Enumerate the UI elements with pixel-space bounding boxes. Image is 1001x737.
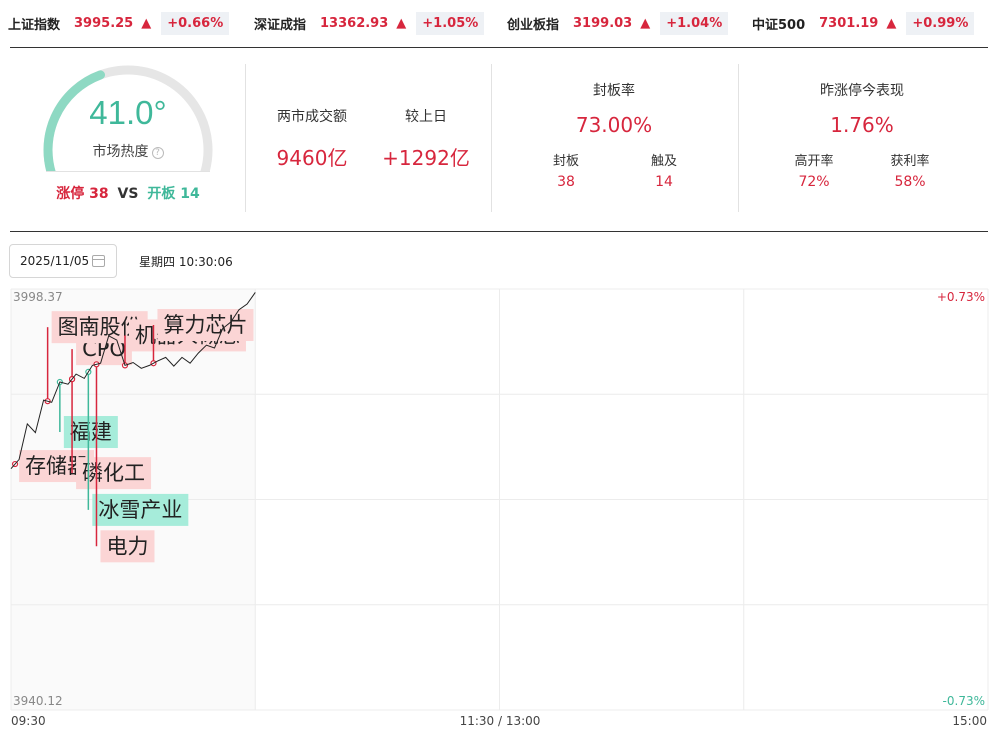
limit-up-count: 38 — [89, 186, 109, 202]
limit-up-label: 涨停 — [56, 186, 85, 202]
stat-divider — [738, 64, 739, 212]
heat-label-row: 市场热度? — [38, 141, 218, 161]
turnover-value: 9460亿 — [276, 146, 348, 170]
index-value: 3199.03 — [573, 15, 633, 31]
heat-value: 41.0° — [89, 94, 167, 131]
index-name: 中证500 — [752, 17, 806, 33]
index-change-badge: +0.99% — [906, 11, 975, 35]
x-label-mid: 11:30 / 13:00 — [460, 714, 541, 728]
seal-rate-label: 封板率 — [593, 83, 635, 99]
index-name: 上证指数 — [8, 17, 61, 33]
ticker-item-zz500[interactable]: 中证500 7301.19 ▲ +0.99% — [752, 10, 975, 36]
top-divider — [10, 47, 988, 48]
annotation-label: 冰雪产业 — [98, 498, 182, 522]
index-change-badge: +0.66% — [161, 11, 230, 35]
limit-vs-row: 涨停 38 VS 开板 14 — [38, 183, 218, 203]
stat-divider — [245, 64, 246, 212]
index-change-badge: +1.05% — [416, 11, 485, 35]
right-max-label: +0.73% — [937, 290, 985, 304]
up-arrow-icon: ▲ — [396, 15, 407, 31]
open-board-count: 14 — [180, 186, 200, 202]
annotation-label: 磷化工 — [82, 461, 145, 485]
right-min-label: -0.73% — [943, 694, 985, 708]
yesterday-limit-label: 昨涨停今表现 — [820, 83, 904, 99]
touched-value: 14 — [655, 174, 673, 190]
calendar-icon[interactable] — [92, 255, 105, 267]
ticker-item-cyb[interactable]: 创业板指 3199.03 ▲ +1.04% — [507, 10, 729, 36]
touched-label: 触及 — [650, 154, 677, 169]
y-min-label: 3940.12 — [13, 694, 63, 708]
annotation-label: 电力 — [106, 534, 148, 558]
yesterday-limit-value: 1.76% — [830, 113, 894, 137]
seal-rate-value: 73.00% — [575, 113, 653, 137]
heat-label: 市场热度 — [92, 144, 149, 160]
index-name: 创业板指 — [507, 17, 560, 33]
stat-divider — [491, 64, 492, 212]
high-open-value: 72% — [798, 174, 830, 190]
index-value: 13362.93 — [320, 15, 389, 31]
turnover-label: 两市成交额 — [277, 109, 347, 125]
index-ticker: 上证指数 3995.25 ▲ +0.66% 深证成指 13362.93 ▲ +1… — [0, 0, 1001, 46]
up-arrow-icon: ▲ — [640, 15, 651, 31]
stats-divider — [10, 231, 988, 232]
weekday-time: 星期四 10:30:06 — [139, 255, 233, 269]
date-value: 2025/11/05 — [20, 254, 90, 268]
annotation-label: 福建 — [70, 420, 112, 444]
ticker-item-sz[interactable]: 深证成指 13362.93 ▲ +1.05% — [254, 10, 485, 36]
turnover-diff-label: 较上日 — [405, 109, 447, 125]
open-board-label: 开板 — [147, 186, 176, 202]
index-value: 3995.25 — [74, 15, 134, 31]
gauge-divider — [46, 171, 210, 172]
vs-text: VS — [117, 186, 139, 202]
x-label-end: 15:00 — [952, 714, 987, 728]
up-arrow-icon: ▲ — [886, 15, 897, 31]
sealed-value: 38 — [557, 174, 575, 190]
ticker-item-sh[interactable]: 上证指数 3995.25 ▲ +0.66% — [8, 10, 230, 36]
y-max-label: 3998.37 — [13, 290, 63, 304]
profit-label: 获利率 — [890, 154, 930, 169]
index-name: 深证成指 — [254, 17, 307, 33]
index-change-badge: +1.04% — [660, 11, 729, 35]
index-value: 7301.19 — [819, 15, 879, 31]
high-open-label: 高开率 — [794, 154, 834, 169]
x-label-start: 09:30 — [11, 714, 46, 728]
up-arrow-icon: ▲ — [141, 15, 152, 31]
profit-value: 58% — [894, 174, 926, 190]
sealed-label: 封板 — [552, 154, 579, 169]
date-picker[interactable]: 2025/11/05 — [9, 244, 117, 278]
intraday-chart: 3998.37 3940.12 +0.73% -0.73% 09:30 11:30 / 1… — [10, 288, 989, 728]
turnover-diff-value: +1292亿 — [382, 146, 470, 170]
help-icon[interactable]: ? — [151, 147, 164, 159]
